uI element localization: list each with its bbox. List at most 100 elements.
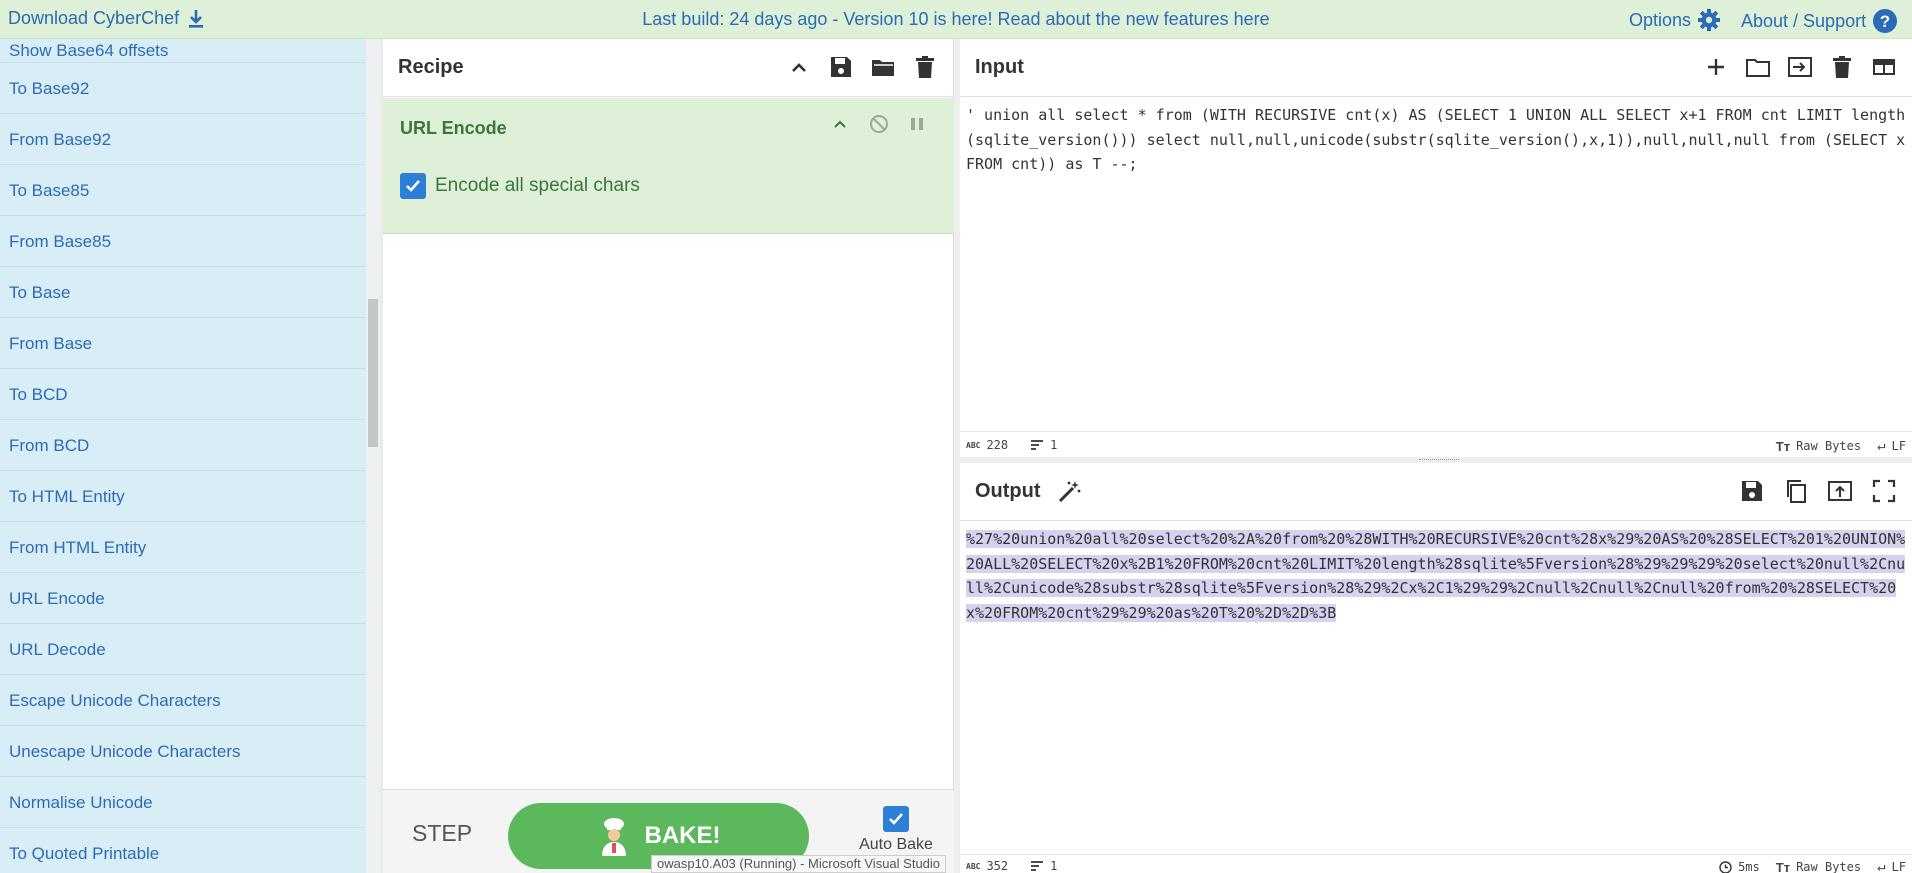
operations-scrollbar[interactable]	[366, 39, 380, 873]
operation-item[interactable]: From Base	[0, 318, 366, 369]
version-notice-link[interactable]: Last build: 24 days ago - Version 10 is …	[642, 9, 1269, 29]
output-panel: Output %27%20union%20all%20select%20%2A%…	[960, 463, 1912, 873]
plus-icon[interactable]	[1702, 53, 1730, 81]
trash-icon[interactable]	[911, 53, 939, 81]
operation-item[interactable]: URL Encode	[0, 573, 366, 624]
load-file-icon[interactable]	[1786, 53, 1814, 81]
operation-item[interactable]: Normalise Unicode	[0, 777, 366, 828]
operation-item[interactable]: To Quoted Printable	[0, 828, 366, 873]
disable-icon[interactable]	[868, 113, 890, 135]
recipe-title: Recipe	[398, 56, 464, 78]
recipe-operation-url-encode: URL Encode Encode all special chars	[383, 98, 954, 234]
operations-list: Show Base64 offsets To Base92 From Base9…	[0, 39, 366, 873]
encode-all-checkbox[interactable]	[400, 173, 426, 199]
clock-icon	[1719, 860, 1732, 873]
operation-item[interactable]: Show Base64 offsets	[0, 39, 366, 63]
output-encoding-label: Raw Bytes	[1796, 860, 1862, 873]
output-text: %27%20union%20all%20select%20%2A%20from%…	[966, 530, 1906, 622]
chevron-up-icon[interactable]	[830, 114, 850, 134]
input-length: 228	[986, 438, 1009, 452]
output-status-bar: ABC 352 1 5ms Tт Raw Bytes ↵ LF	[960, 854, 1912, 873]
lines-icon	[1031, 861, 1044, 871]
download-label: Download CyberChef	[8, 8, 180, 28]
check-icon	[889, 813, 903, 825]
operation-item[interactable]: To Base	[0, 267, 366, 318]
step-button[interactable]: STEP	[412, 820, 472, 847]
recipe-header: Recipe	[383, 39, 953, 97]
output-eol-label: LF	[1891, 860, 1906, 873]
output-title: Output	[975, 480, 1041, 502]
download-cyberchef-link[interactable]: Download CyberChef	[8, 8, 205, 29]
about-support-link[interactable]: About / Support ?	[1741, 8, 1898, 34]
options-label: Options	[1629, 9, 1692, 30]
operation-item[interactable]: To BCD	[0, 369, 366, 420]
taskbar-tooltip: owasp10.A03 (Running) - Microsoft Visual…	[651, 855, 947, 873]
abc-icon: ABC	[966, 861, 981, 871]
about-label: About / Support	[1741, 10, 1867, 31]
auto-bake-option[interactable]: Auto Bake	[846, 806, 946, 854]
auto-bake-checkbox[interactable]	[883, 806, 909, 832]
gear-icon	[1698, 9, 1721, 31]
input-header: Input	[960, 39, 1912, 97]
replace-input-icon[interactable]	[1826, 477, 1854, 505]
encode-all-special-chars-option[interactable]: Encode all special chars	[400, 173, 640, 199]
input-text-area[interactable]: ' union all select * from (WITH RECURSIV…	[960, 98, 1912, 182]
operation-item[interactable]: To HTML Entity	[0, 471, 366, 522]
input-eol-label: LF	[1891, 439, 1906, 453]
operation-item[interactable]: From Base85	[0, 216, 366, 267]
input-panel: Input ' union all select * from (WITH RE…	[960, 39, 1912, 457]
recipe-panel: Recipe URL Encode Encode all special cha…	[383, 39, 954, 873]
magic-wand-icon[interactable]	[1055, 478, 1083, 506]
operation-item[interactable]: From BCD	[0, 420, 366, 471]
operation-name: URL Encode	[400, 118, 507, 138]
output-encoding[interactable]: Tт Raw Bytes	[1776, 860, 1861, 873]
output-lines-indicator: 1	[1030, 859, 1057, 873]
top-banner: Download CyberChef Last build: 24 days a…	[0, 0, 1912, 39]
help-icon: ?	[1873, 9, 1898, 33]
operation-item[interactable]: Escape Unicode Characters	[0, 675, 366, 726]
input-length-indicator: ABC 228	[966, 438, 1008, 452]
bake-time-indicator: 5ms	[1719, 860, 1760, 873]
folder-icon[interactable]	[869, 53, 897, 81]
abc-icon: ABC	[966, 440, 981, 450]
operation-item[interactable]: To Base85	[0, 165, 366, 216]
input-lines: 1	[1050, 438, 1058, 452]
output-header: Output	[960, 463, 1912, 521]
operation-item[interactable]: From Base92	[0, 114, 366, 165]
operation-item[interactable]: Unescape Unicode Characters	[0, 726, 366, 777]
trash-icon[interactable]	[1828, 53, 1856, 81]
output-eol[interactable]: ↵ LF	[1877, 859, 1906, 873]
auto-bake-label: Auto Bake	[859, 836, 933, 853]
input-lines-indicator: 1	[1030, 438, 1057, 452]
return-icon: ↵	[1877, 438, 1886, 454]
check-icon	[406, 180, 420, 192]
open-folder-icon[interactable]	[1744, 53, 1772, 81]
bake-label: BAKE!	[644, 822, 721, 849]
options-link[interactable]: Options	[1629, 8, 1721, 32]
output-text-area[interactable]: %27%20union%20all%20select%20%2A%20from%…	[960, 522, 1912, 630]
bake-time: 5ms	[1738, 860, 1760, 873]
splitter-grip[interactable]	[1419, 459, 1459, 461]
version-notice: Last build: 24 days ago - Version 10 is …	[0, 9, 1912, 30]
save-icon[interactable]	[1738, 477, 1766, 505]
operation-item[interactable]: From HTML Entity	[0, 522, 366, 573]
input-eol[interactable]: ↵ LF	[1877, 438, 1906, 454]
download-icon	[189, 9, 204, 28]
lines-icon	[1031, 440, 1044, 450]
chevron-up-icon[interactable]	[785, 53, 813, 81]
text-size-icon: Tт	[1775, 859, 1791, 873]
copy-icon[interactable]	[1782, 477, 1810, 505]
layout-icon[interactable]	[1870, 53, 1898, 81]
operation-item[interactable]: To Base92	[0, 63, 366, 114]
input-title: Input	[975, 56, 1024, 78]
save-icon[interactable]	[827, 53, 855, 81]
output-length-indicator: ABC 352	[966, 859, 1008, 873]
output-lines: 1	[1050, 859, 1058, 873]
operation-item[interactable]: URL Decode	[0, 624, 366, 675]
input-encoding-label: Raw Bytes	[1796, 439, 1862, 453]
pause-icon[interactable]	[908, 114, 926, 134]
scrollbar-thumb[interactable]	[368, 299, 378, 447]
input-encoding[interactable]: Tт Raw Bytes	[1776, 439, 1861, 454]
maximise-icon[interactable]	[1870, 477, 1898, 505]
svg-text:?: ?	[1880, 12, 1890, 31]
